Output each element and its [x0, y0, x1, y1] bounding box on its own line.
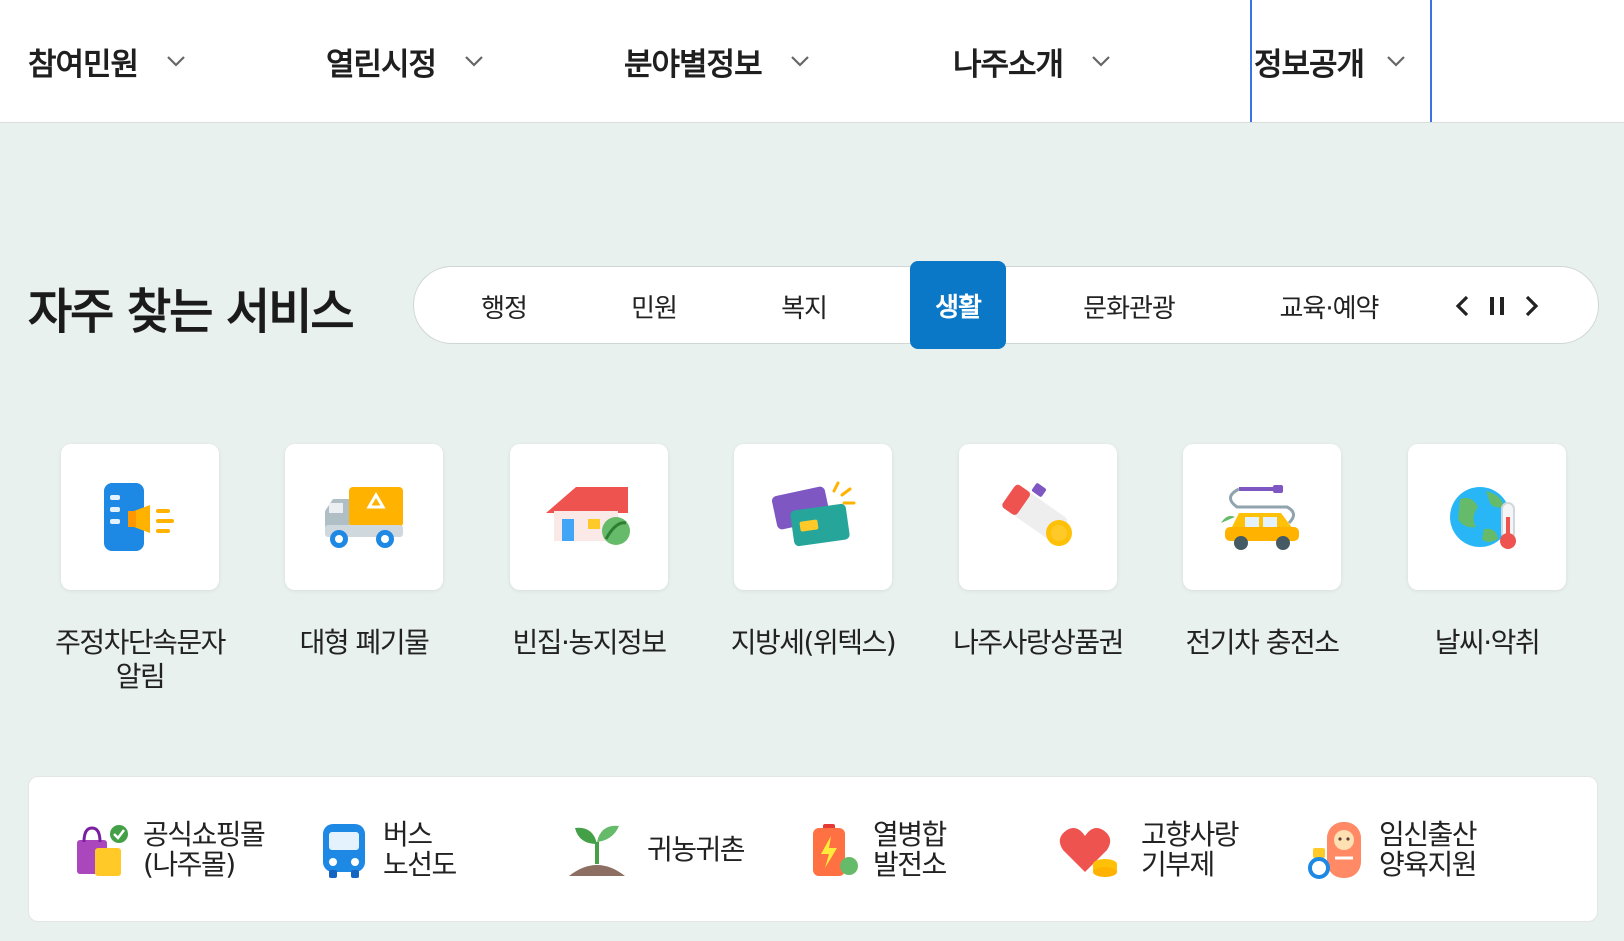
service-label: 나주사랑상품권	[953, 626, 1124, 659]
chevron-right-icon	[1525, 295, 1539, 317]
service-item-bulky-waste[interactable]: 대형 폐기물	[269, 444, 459, 660]
nav-item-label: 정보공개	[1254, 46, 1365, 83]
quick-link-label: 귀농귀촌	[647, 833, 746, 866]
heart-coin-icon	[1059, 828, 1117, 877]
baby-icon	[1308, 822, 1361, 879]
quick-link-label: 임신출산 양육지원	[1379, 818, 1478, 881]
nav-item-field-info[interactable]: 분야별정보	[624, 0, 812, 122]
quick-link-label-line1: 임신출산	[1379, 818, 1478, 851]
service-card	[734, 444, 892, 590]
quick-link-label: 공식쇼핑몰 (나주몰)	[143, 818, 266, 881]
chevron-down-icon	[167, 56, 185, 67]
quick-link-label-line1: 고향사랑	[1141, 818, 1240, 851]
service-label: 대형 폐기물	[299, 626, 430, 659]
category-tab-bar: 행정 민원 복지 생활 문화관광 교육·예약	[413, 261, 1599, 349]
quick-link-label-line1: 공식쇼핑몰	[143, 818, 266, 851]
service-card	[1408, 444, 1566, 590]
battery-icon	[813, 824, 858, 876]
sprout-icon	[569, 825, 625, 876]
service-card	[510, 444, 668, 590]
service-item-weather-odor[interactable]: 날씨·악취	[1392, 444, 1582, 660]
quick-link-label: 열병합 발전소	[873, 818, 947, 881]
service-label: 지방세(위텍스)	[730, 626, 897, 659]
nav-item-info-disclosure[interactable]: 정보공개	[1250, 0, 1432, 122]
top-navigation: 참여민원 열린시정 분야별정보 나주소개 정보공개	[0, 0, 1624, 123]
chevron-down-icon	[1092, 56, 1110, 67]
quick-link-label-line2: 기부제	[1141, 848, 1215, 881]
shopping-bag-icon	[77, 825, 128, 876]
nav-item-label: 나주소개	[953, 46, 1064, 83]
quick-link-label-line2: 노선도	[383, 848, 457, 881]
chevron-down-icon	[1387, 56, 1405, 67]
quick-link-pregnancy-childcare[interactable]: 임신출산 양육지원	[1305, 777, 1478, 923]
service-label: 주정차단속문자알림	[55, 626, 226, 693]
quick-links-panel: 공식쇼핑몰 (나주몰) 버스 노선도 귀농귀촌 열병합 발전소 고향사랑 기부제…	[28, 776, 1598, 922]
chevron-down-icon	[465, 56, 483, 67]
quick-link-label-line1: 버스	[383, 818, 433, 851]
nav-item-label: 열린시정	[326, 46, 437, 83]
quick-link-hometown-donation[interactable]: 고향사랑 기부제	[1057, 777, 1240, 923]
card-payment-icon	[771, 481, 856, 547]
pause-icon	[1490, 297, 1504, 315]
chevron-left-icon	[1455, 295, 1469, 317]
service-card	[285, 444, 443, 590]
nav-item-about-naju[interactable]: 나주소개	[953, 0, 1113, 122]
quick-link-label-line1: 귀농귀촌	[647, 833, 746, 866]
voucher-coin-icon	[1002, 483, 1072, 546]
quick-link-shopping-mall[interactable]: 공식쇼핑몰 (나주몰)	[73, 777, 266, 923]
tab-administration[interactable]: 행정	[454, 267, 554, 345]
parking-alert-icon	[104, 483, 174, 551]
recycle-truck-icon	[325, 487, 403, 548]
next-button[interactable]	[1514, 289, 1548, 323]
service-item-ev-charging[interactable]: 전기차 충전소	[1167, 444, 1357, 660]
service-label: 빈집·농지정보	[512, 626, 667, 659]
tab-education-reservation[interactable]: 교육·예약	[1254, 267, 1404, 345]
service-item-local-tax[interactable]: 지방세(위텍스)	[718, 444, 908, 660]
nav-item-label: 참여민원	[28, 46, 139, 83]
bus-icon	[323, 824, 365, 878]
quick-link-label-line2: 양육지원	[1379, 848, 1478, 881]
quick-link-cogeneration-plant[interactable]: 열병합 발전소	[809, 777, 947, 923]
nav-item-participation[interactable]: 참여민원	[28, 0, 188, 122]
service-label: 전기차 충전소	[1185, 626, 1340, 659]
tab-civil-affairs[interactable]: 민원	[604, 267, 704, 345]
ev-car-icon	[1221, 485, 1299, 550]
service-card	[61, 444, 219, 590]
service-label: 날씨·악취	[1434, 626, 1541, 659]
prev-button[interactable]	[1446, 289, 1480, 323]
house-leaf-icon	[546, 487, 630, 545]
service-item-vacant-house[interactable]: 빈집·농지정보	[494, 444, 684, 660]
tab-living[interactable]: 생활	[910, 261, 1006, 349]
tab-welfare[interactable]: 복지	[754, 267, 854, 345]
quick-link-label: 버스 노선도	[383, 818, 457, 881]
quick-link-return-farming[interactable]: 귀농귀촌	[565, 777, 746, 923]
section-title: 자주 찾는 서비스	[28, 284, 355, 340]
service-card	[1183, 444, 1341, 590]
chevron-down-icon	[790, 56, 809, 67]
nav-item-open-city[interactable]: 열린시정	[326, 0, 486, 122]
service-item-naju-voucher[interactable]: 나주사랑상품권	[943, 444, 1133, 660]
quick-link-label-line1: 열병합	[873, 818, 947, 851]
tab-culture-tourism[interactable]: 문화관광	[1054, 267, 1204, 345]
nav-item-label: 분야별정보	[624, 46, 763, 83]
quick-link-label-line2: 발전소	[873, 848, 947, 881]
quick-link-label-line2: (나주몰)	[143, 848, 236, 881]
pause-button[interactable]	[1480, 289, 1514, 323]
globe-thermometer-icon	[1450, 487, 1516, 549]
quick-link-bus-routes[interactable]: 버스 노선도	[319, 777, 457, 923]
service-card	[959, 444, 1117, 590]
service-item-parking-alert[interactable]: 주정차단속문자알림	[45, 444, 235, 694]
quick-link-label: 고향사랑 기부제	[1141, 818, 1240, 881]
